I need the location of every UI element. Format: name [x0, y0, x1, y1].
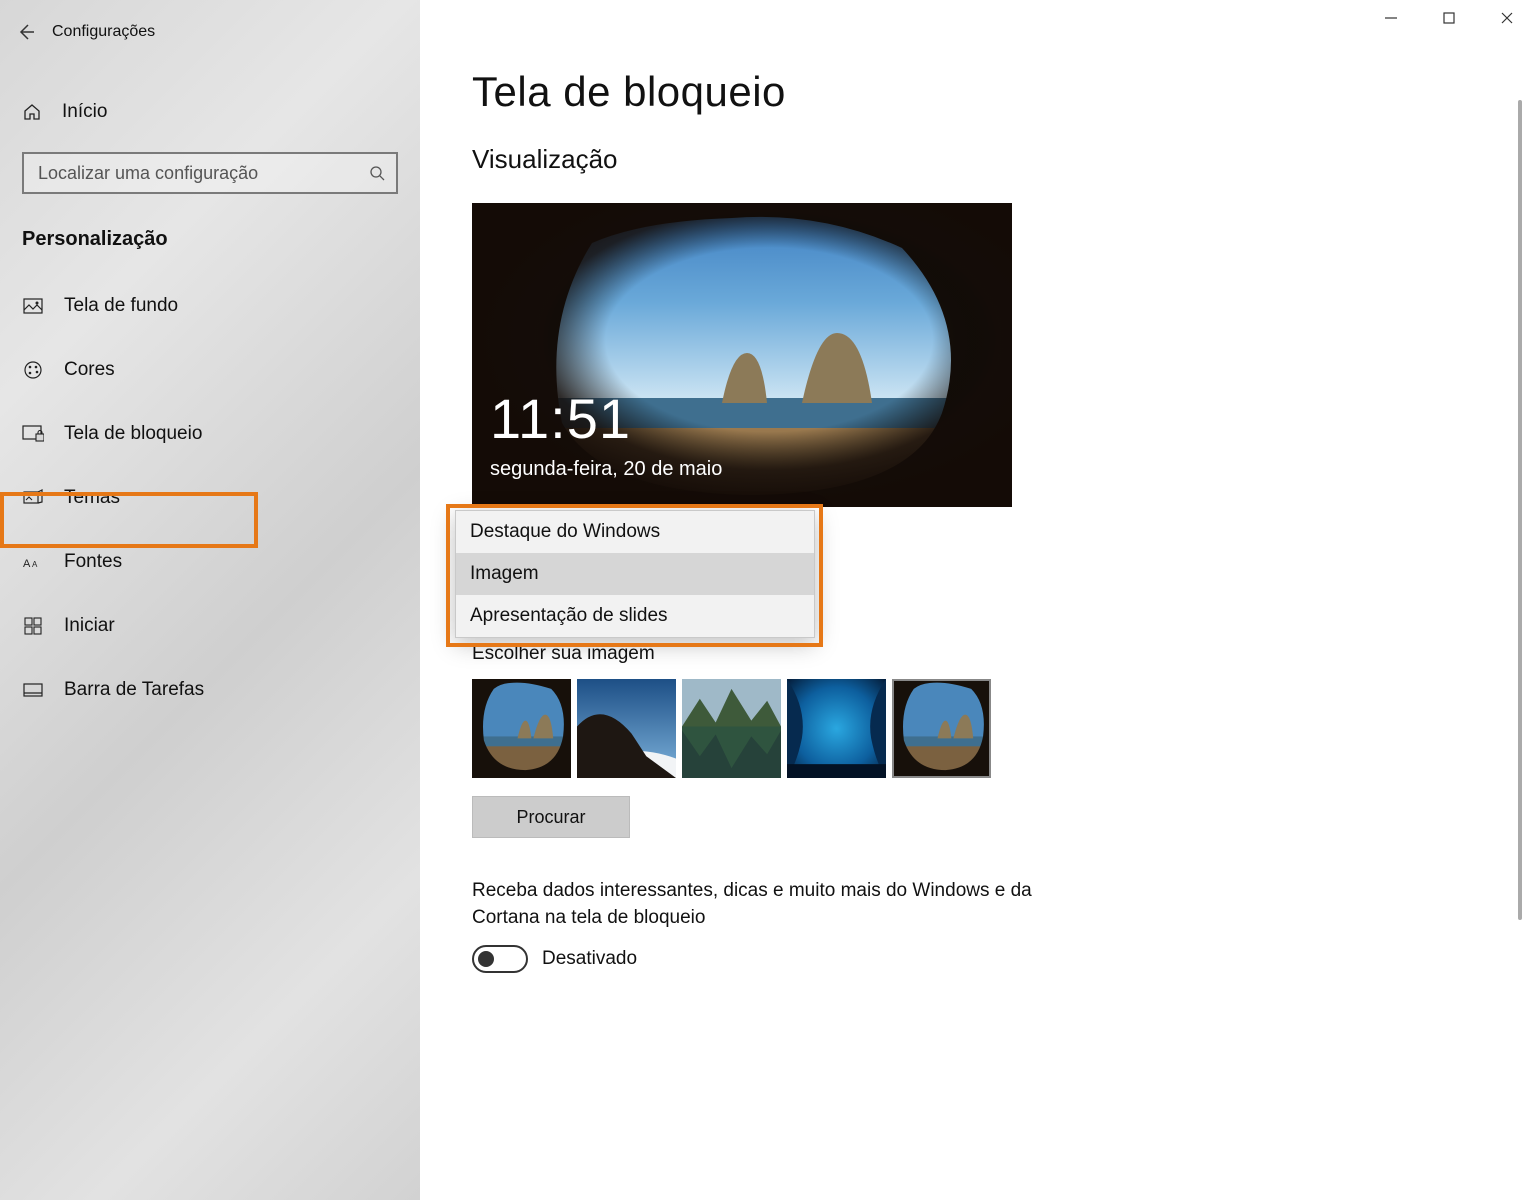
close-button[interactable]: [1478, 0, 1536, 36]
preview-time: 11:51: [490, 386, 631, 451]
sidebar-item-label: Barra de Tarefas: [64, 679, 204, 701]
thumbnail-option[interactable]: [892, 679, 991, 778]
svg-text:A: A: [32, 560, 38, 569]
back-button[interactable]: [0, 10, 52, 54]
search-field[interactable]: [38, 163, 368, 184]
dropdown-option-label: Imagem: [470, 563, 539, 585]
thumbnail-option[interactable]: [577, 679, 676, 778]
scrollbar[interactable]: [1518, 100, 1522, 920]
thumbnail-option[interactable]: [472, 679, 571, 778]
browse-button-label: Procurar: [516, 807, 585, 828]
search-icon: [368, 164, 386, 182]
preview-section-heading: Visualização: [472, 144, 1536, 175]
home-icon: [22, 102, 42, 122]
tips-toggle-label: Receba dados interessantes, dicas e muit…: [472, 878, 1032, 931]
lockscreen-preview: 11:51 segunda-feira, 20 de maio: [472, 203, 1012, 507]
sidebar-item-start[interactable]: Iniciar: [0, 599, 420, 653]
themes-icon: [22, 489, 44, 507]
sidebar-item-home[interactable]: Início: [0, 84, 420, 140]
lockscreen-icon: [22, 425, 44, 443]
thumbnail-option[interactable]: [787, 679, 886, 778]
sidebar-item-label: Temas: [64, 487, 120, 509]
maximize-button[interactable]: [1420, 0, 1478, 36]
palette-icon: [22, 360, 44, 380]
dropdown-option-slideshow[interactable]: Apresentação de slides: [456, 595, 814, 637]
choose-image-label: Escolher sua imagem: [472, 643, 1536, 665]
dropdown-option-label: Apresentação de slides: [470, 605, 668, 627]
toggle-state-label: Desativado: [542, 948, 637, 970]
dropdown-option-image[interactable]: Imagem: [456, 553, 814, 595]
toggle-knob: [478, 951, 494, 967]
minimize-button[interactable]: [1362, 0, 1420, 36]
sidebar-item-label: Tela de bloqueio: [64, 423, 202, 445]
sidebar-item-lockscreen[interactable]: Tela de bloqueio: [0, 407, 420, 461]
fonts-icon: AA: [22, 554, 44, 570]
sidebar: Configurações Início Personalização T: [0, 0, 420, 1200]
sidebar-item-fonts[interactable]: AA Fontes: [0, 535, 420, 589]
sidebar-item-colors[interactable]: Cores: [0, 343, 420, 397]
sidebar-item-label: Tela de fundo: [64, 295, 178, 317]
browse-button[interactable]: Procurar: [472, 796, 630, 838]
sidebar-item-themes[interactable]: Temas: [0, 471, 420, 525]
sidebar-item-label: Cores: [64, 359, 115, 381]
start-icon: [22, 617, 44, 635]
page-title: Tela de bloqueio: [472, 68, 1536, 116]
dropdown-option-label: Destaque do Windows: [470, 521, 660, 543]
thumbnail-option[interactable]: [682, 679, 781, 778]
dropdown-option-spotlight[interactable]: Destaque do Windows: [456, 511, 814, 553]
category-heading: Personalização: [22, 228, 420, 251]
tips-toggle[interactable]: [472, 945, 528, 973]
sidebar-item-label: Início: [62, 101, 107, 123]
background-dropdown[interactable]: Destaque do Windows Imagem Apresentação …: [455, 510, 815, 638]
search-input[interactable]: [22, 152, 398, 194]
sidebar-item-background[interactable]: Tela de fundo: [0, 279, 420, 333]
taskbar-icon: [22, 683, 44, 697]
image-thumbnails: [472, 679, 1536, 778]
sidebar-item-label: Iniciar: [64, 615, 115, 637]
picture-icon: [22, 298, 44, 314]
svg-text:A: A: [23, 558, 31, 570]
sidebar-item-label: Fontes: [64, 551, 122, 573]
window-title: Configurações: [52, 23, 155, 41]
preview-date: segunda-feira, 20 de maio: [490, 458, 722, 481]
sidebar-item-taskbar[interactable]: Barra de Tarefas: [0, 663, 420, 717]
